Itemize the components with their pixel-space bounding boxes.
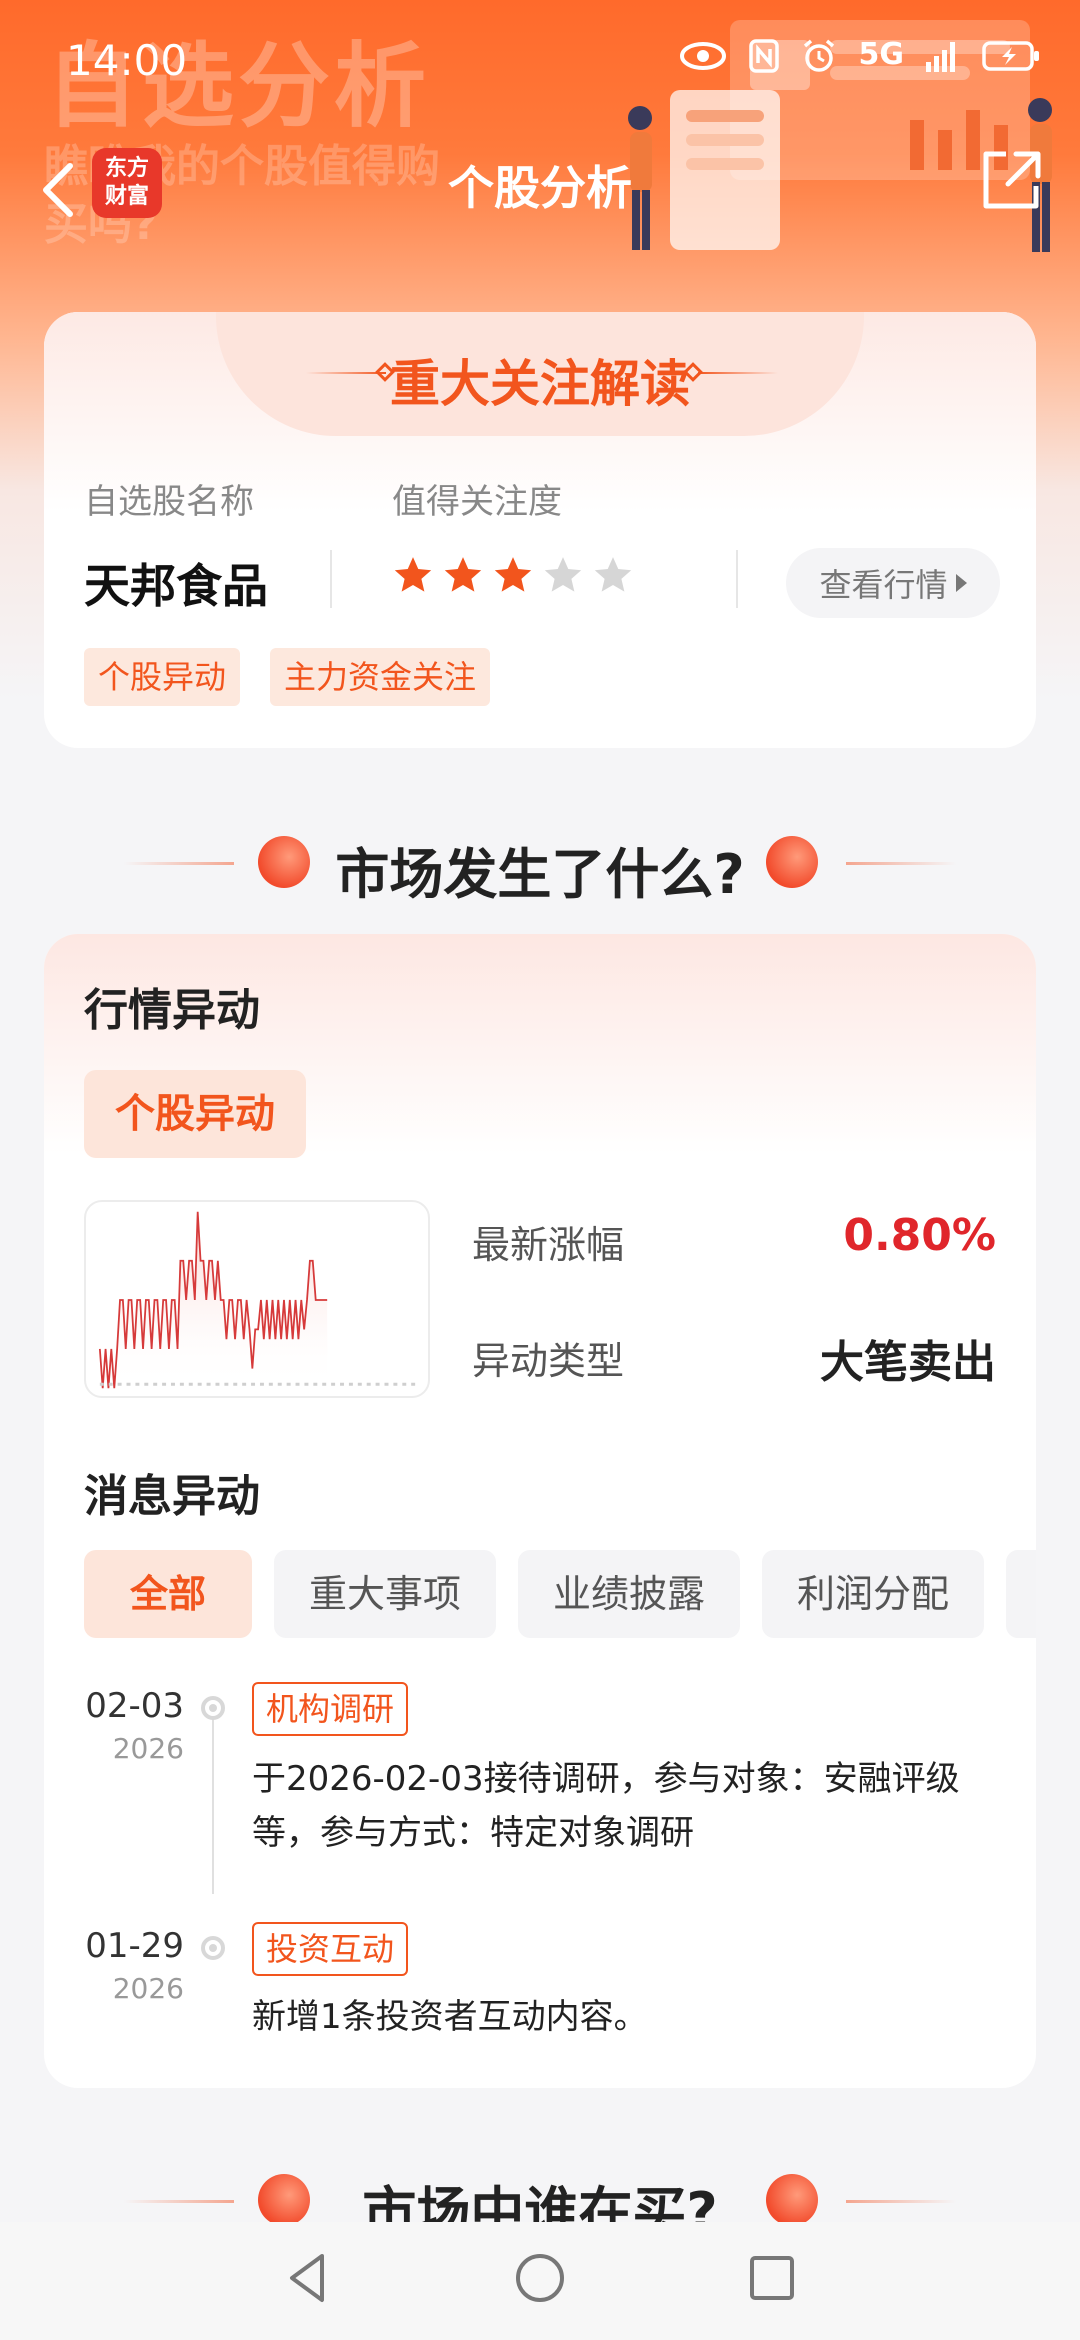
star-filled-icon — [494, 557, 532, 592]
signal-5g-icon: 5G — [858, 37, 905, 72]
home-circle-icon[interactable] — [510, 2248, 570, 2308]
latest-change-value: 0.80% — [843, 1210, 996, 1261]
anomaly-type-label: 异动类型 — [472, 1339, 625, 1383]
timeline-line — [212, 1708, 214, 1894]
recents-square-icon[interactable] — [742, 2248, 802, 2308]
market-card: 行情异动 个股异动 最新涨幅 0.80% 异动类型 大笔卖出 消息异动 全部 重… — [44, 934, 1036, 2088]
system-nav-bar — [0, 2222, 1080, 2340]
view-quote-button[interactable]: 查看行情 — [786, 548, 1000, 618]
status-bar: 14:00 5G — [0, 0, 1080, 120]
quote-chip[interactable]: 个股异动 — [84, 1070, 306, 1158]
attention-tag: 个股异动 — [84, 648, 241, 706]
timeline-tag[interactable]: 机构调研 — [252, 1682, 409, 1736]
attention-level-header: 值得关注度 — [392, 482, 562, 522]
status-icons: 5G — [679, 38, 1041, 74]
timeline-date: 02-03 — [85, 1686, 184, 1726]
alarm-icon — [803, 39, 834, 72]
eye-icon — [679, 42, 726, 70]
orange-ball-icon — [766, 836, 818, 888]
share-external-icon[interactable] — [978, 148, 1044, 214]
filter-more-partial[interactable] — [1006, 1550, 1036, 1638]
divider — [330, 550, 332, 608]
orange-ball-icon — [766, 2174, 818, 2226]
star-filled-icon — [394, 557, 432, 592]
page-title: 个股分析 — [448, 161, 632, 215]
latest-change-label: 最新涨幅 — [472, 1223, 625, 1267]
news-anomaly-title: 消息异动 — [84, 1471, 260, 1522]
view-quote-label: 查看行情 — [819, 566, 948, 604]
battery-icon — [982, 41, 1039, 71]
filter-all[interactable]: 全部 — [84, 1550, 252, 1638]
stock-name-header: 自选股名称 — [84, 482, 254, 522]
section-title-market: 市场发生了什么? — [335, 843, 745, 906]
timeline-text[interactable]: 于2026-02-03接待调研，参与对象：安融评级等，参与方式：特定对象调研 — [252, 1752, 982, 1860]
timeline-year: 2026 — [112, 1732, 184, 1765]
star-empty-icon — [594, 557, 632, 592]
attention-card: 重大关注解读 自选股名称 值得关注度 天邦食品 查看行情 个股异动 主力资金关注 — [44, 312, 1036, 748]
attention-tag: 主力资金关注 — [270, 648, 491, 706]
divider — [736, 550, 738, 608]
stock-name: 天邦食品 — [84, 559, 268, 613]
filter-earnings[interactable]: 业绩披露 — [518, 1550, 740, 1638]
filter-dividends[interactable]: 利润分配 — [762, 1550, 984, 1638]
intraday-mini-chart[interactable] — [84, 1200, 430, 1398]
star-filled-icon — [444, 557, 482, 592]
back-triangle-icon[interactable] — [278, 2248, 338, 2308]
timeline-tag[interactable]: 投资互动 — [252, 1922, 409, 1976]
section-line-right — [846, 2200, 956, 2203]
network-label: 5G — [858, 37, 905, 72]
timeline-text[interactable]: 新增1条投资者互动内容。 — [252, 1990, 982, 2044]
star-empty-icon — [544, 557, 582, 592]
timeline-date: 01-29 — [85, 1926, 184, 1966]
caret-right-icon — [955, 574, 967, 592]
quote-anomaly-title: 行情异动 — [84, 985, 260, 1036]
signal-bars-icon — [926, 42, 955, 72]
attention-rating — [392, 554, 634, 596]
timeline-year: 2026 — [112, 1972, 184, 2005]
nfc-icon — [748, 39, 779, 73]
status-time: 14:00 — [66, 36, 188, 85]
anomaly-type-value: 大笔卖出 — [820, 1337, 996, 1388]
timeline-dot-icon — [201, 1936, 225, 1960]
attention-card-title: 重大关注解读 — [390, 355, 690, 413]
timeline-dot-icon — [201, 1696, 225, 1720]
filter-major-events[interactable]: 重大事项 — [274, 1550, 496, 1638]
section-line-right — [846, 862, 956, 865]
